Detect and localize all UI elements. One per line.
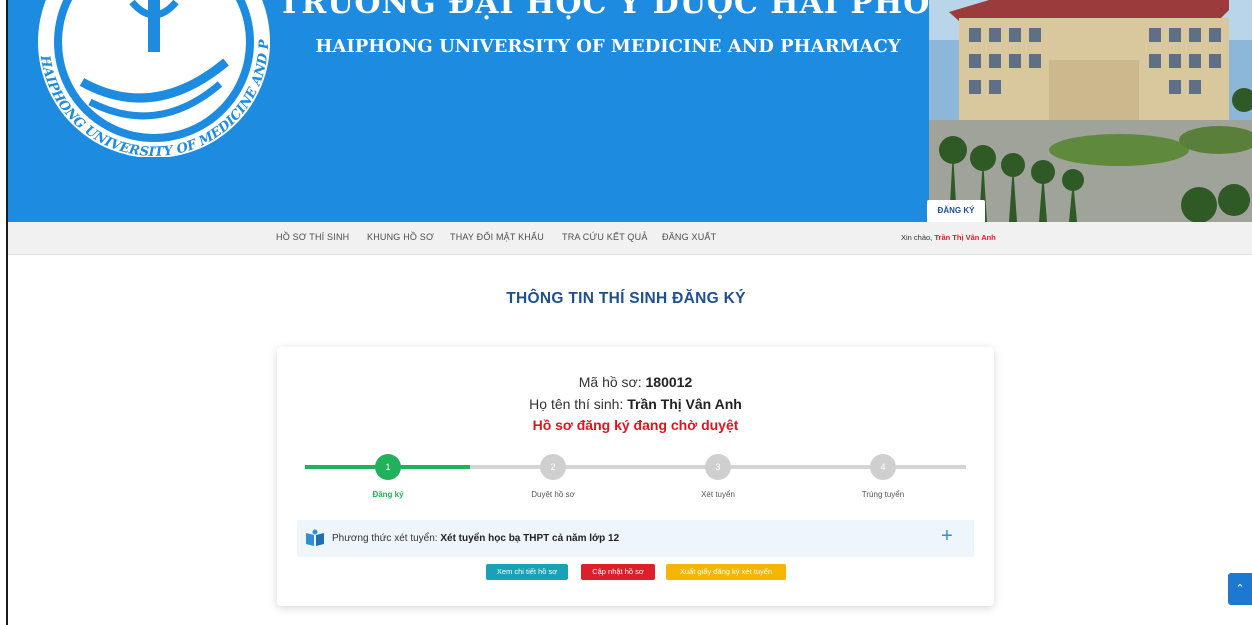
- step-4-label: Trúng tuyển: [861, 490, 905, 499]
- step-2-label: Duyệt hồ sơ: [531, 490, 575, 499]
- university-name-en: HAIPHONG UNIVERSITY OF MEDICINE AND PHAR…: [315, 36, 901, 57]
- university-logo[interactable]: HAIPHONG UNIVERSITY OF MEDICINE AND PHAR…: [30, 0, 278, 157]
- profile-code-line: Mã hồ sơ: 180012: [277, 374, 994, 390]
- export-registration-button[interactable]: Xuất giấy đăng ký xét tuyển: [666, 564, 786, 580]
- plus-icon[interactable]: +: [937, 524, 957, 548]
- registration-card: Mã hồ sơ: 180012 Họ tên thí sinh: Trần T…: [277, 347, 994, 606]
- user-name[interactable]: Trần Thị Vân Anh: [934, 233, 995, 242]
- header-banner: HAIPHONG UNIVERSITY OF MEDICINE AND PHAR…: [8, 0, 1252, 222]
- admission-method-text: Phương thức xét tuyển: Xét tuyển học bạ …: [332, 533, 619, 544]
- view-profile-button[interactable]: Xem chi tiết hồ sơ: [486, 564, 568, 580]
- admission-method-label: Phương thức xét tuyển:: [332, 533, 438, 544]
- nav-change-password[interactable]: THAY ĐỔI MẬT KHẨU: [450, 232, 544, 242]
- candidate-name-value: Trần Thị Vân Anh: [627, 396, 742, 412]
- scroll-to-top-button[interactable]: ⌃: [1228, 573, 1252, 605]
- profile-code-label: Mã hồ sơ:: [578, 374, 642, 390]
- main-nav: HỒ SƠ THÍ SINH KHUNG HỒ SƠ THAY ĐỔI MẬT …: [8, 222, 1252, 255]
- candidate-name-line: Họ tên thí sinh: Trần Thị Vân Anh: [277, 396, 994, 412]
- step-3-circle: 3: [705, 454, 731, 480]
- register-tab[interactable]: ĐĂNG KÝ: [927, 200, 985, 222]
- step-3-label: Xét tuyển: [701, 490, 735, 499]
- nav-candidate-profile[interactable]: HỒ SƠ THÍ SINH: [276, 232, 349, 242]
- profile-code-value: 180012: [645, 374, 693, 390]
- step-4-circle: 4: [870, 454, 896, 480]
- nav-profile-frame[interactable]: KHUNG HỒ SƠ: [367, 232, 434, 242]
- greeting-text: Xin chào,: [901, 233, 933, 242]
- candidate-name-label: Họ tên thí sinh:: [529, 396, 624, 412]
- chevron-up-icon: ⌃: [1235, 583, 1245, 595]
- update-profile-button[interactable]: Cập nhật hồ sơ: [581, 564, 655, 580]
- campus-photo: [929, 0, 1252, 222]
- university-name-vi: TRƯỜNG ĐẠI HỌC Y DƯỢC HẢI PHÒNG: [278, 0, 986, 21]
- step-1-circle: 1: [375, 454, 401, 480]
- page-title: THÔNG TIN THÍ SINH ĐĂNG KÝ: [506, 290, 746, 307]
- step-2-circle: 2: [540, 454, 566, 480]
- nav-logout[interactable]: ĐĂNG XUẤT: [662, 232, 716, 242]
- nav-lookup-results[interactable]: TRA CỨU KẾT QUẢ: [562, 232, 648, 242]
- step-1-label: Đăng ký: [372, 490, 404, 499]
- user-greeting: Xin chào, Trần Thị Vân Anh: [901, 233, 996, 242]
- registration-status: Hồ sơ đăng ký đang chờ duyệt: [532, 417, 739, 433]
- admission-method-value: Xét tuyển học bạ THPT cả năm lớp 12: [440, 533, 620, 544]
- book-icon: [306, 529, 324, 546]
- admission-method-panel[interactable]: Phương thức xét tuyển: Xét tuyển học bạ …: [297, 520, 974, 557]
